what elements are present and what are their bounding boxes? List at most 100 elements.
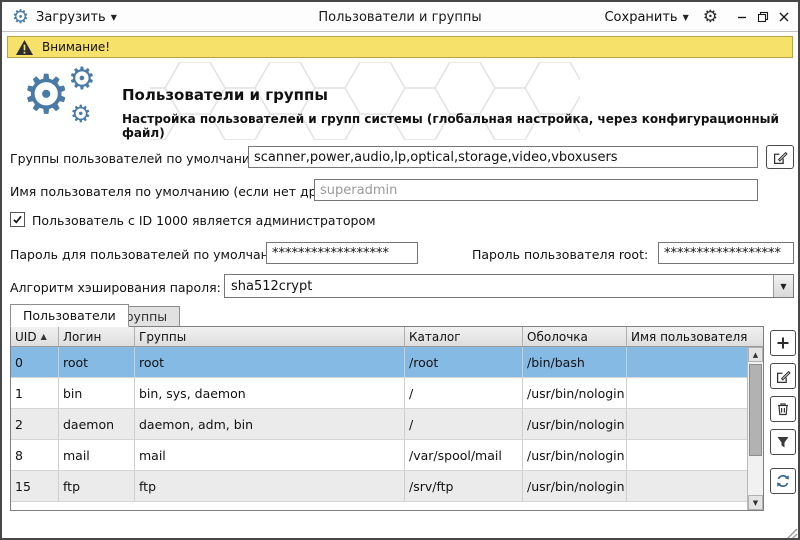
header-gear-icon: ⚙ xyxy=(70,102,92,126)
admin-checkbox-label: Пользователь с ID 1000 является админист… xyxy=(32,213,376,228)
cell-shell: /bin/bash xyxy=(523,347,627,377)
sort-asc-icon: ▲ xyxy=(41,332,47,341)
column-label: Оболочка xyxy=(527,330,588,344)
admin-checkbox[interactable] xyxy=(10,212,25,227)
app-window: ⚙ Загрузить ▼ Пользователи и группы Сохр… xyxy=(0,0,800,540)
default-password-label: Пароль для пользователей по умолчанию: xyxy=(10,247,292,262)
tab-users-label: Пользователи xyxy=(23,308,116,323)
cell-uid: 1 xyxy=(11,378,59,408)
column-header-directory[interactable]: Каталог xyxy=(405,327,523,346)
page-title: Пользователи и группы xyxy=(122,86,328,104)
edit-groups-button[interactable] xyxy=(766,145,794,169)
cell-username xyxy=(627,440,747,470)
delete-user-button[interactable] xyxy=(770,396,796,422)
scroll-up-icon: ▲ xyxy=(753,351,758,359)
default-groups-input[interactable] xyxy=(248,146,758,168)
cell-groups: root xyxy=(135,347,405,377)
save-menu-button[interactable]: Сохранить ▼ xyxy=(604,10,688,25)
cell-login: root xyxy=(59,347,135,377)
cell-shell: /usr/bin/nologin xyxy=(523,409,627,439)
cell-login: mail xyxy=(59,440,135,470)
refresh-button[interactable] xyxy=(770,468,796,494)
cell-shell: /usr/bin/nologin xyxy=(523,471,627,501)
cell-directory: /srv/ftp xyxy=(405,471,523,501)
column-label: Каталог xyxy=(409,330,461,344)
column-header-shell[interactable]: Оболочка xyxy=(523,327,627,346)
cell-shell: /usr/bin/nologin xyxy=(523,378,627,408)
add-user-button[interactable] xyxy=(770,330,796,356)
page-subtitle: Настройка пользователей и групп системы … xyxy=(122,112,790,140)
table-row[interactable]: 15 ftp ftp /srv/ftp /usr/bin/nologin xyxy=(11,471,763,502)
edit-user-button[interactable] xyxy=(770,363,796,389)
tab-users[interactable]: Пользователи xyxy=(10,304,129,327)
minimize-button[interactable] xyxy=(736,11,748,23)
default-username-label: Имя пользователя по умолчанию (если нет … xyxy=(10,184,355,199)
column-header-username[interactable]: Имя пользователя xyxy=(627,327,747,346)
cell-directory: / xyxy=(405,409,523,439)
scroll-up-button[interactable]: ▲ xyxy=(748,347,763,362)
combo-dropdown-button[interactable]: ▼ xyxy=(773,275,793,297)
hash-algorithm-value: sha512crypt xyxy=(225,279,773,294)
edit-icon xyxy=(773,150,788,165)
maximize-button[interactable] xyxy=(757,11,769,23)
cell-login: ftp xyxy=(59,471,135,501)
cell-directory: / xyxy=(405,378,523,408)
titlebar: ⚙ Загрузить ▼ Пользователи и группы Сохр… xyxy=(2,2,798,32)
edit-icon xyxy=(776,369,791,384)
chevron-down-icon: ▼ xyxy=(780,282,786,291)
plus-icon xyxy=(776,336,790,350)
table-scrollbar[interactable]: ▲ ▼ xyxy=(747,347,763,510)
cell-groups: bin, sys, daemon xyxy=(135,378,405,408)
table-row[interactable]: 1 bin bin, sys, daemon / /usr/bin/nologi… xyxy=(11,378,763,409)
users-table: UID ▲ Логин Группы Каталог Оболочка Имя … xyxy=(10,326,764,511)
default-groups-label: Группы пользователей по умолчанию: xyxy=(10,151,265,166)
refresh-icon xyxy=(776,474,790,488)
column-label: Логин xyxy=(63,330,101,344)
column-header-groups[interactable]: Группы xyxy=(135,327,405,346)
warning-text: Внимание! xyxy=(42,40,110,54)
cell-login: bin xyxy=(59,378,135,408)
scroll-down-icon: ▼ xyxy=(753,499,758,507)
default-password-input[interactable] xyxy=(266,242,418,264)
column-label: Группы xyxy=(139,330,186,344)
column-header-uid[interactable]: UID ▲ xyxy=(11,327,59,346)
column-label: UID xyxy=(15,330,37,344)
default-username-input[interactable] xyxy=(314,179,758,201)
cell-username xyxy=(627,409,747,439)
root-password-label: Пароль пользователя root: xyxy=(472,247,648,262)
table-row[interactable]: 0 root root /root /bin/bash xyxy=(11,347,763,378)
cell-groups: daemon, adm, bin xyxy=(135,409,405,439)
cell-uid: 15 xyxy=(11,471,59,501)
cell-uid: 2 xyxy=(11,409,59,439)
chevron-down-icon: ▼ xyxy=(683,13,689,22)
close-button[interactable] xyxy=(778,11,790,23)
cell-username xyxy=(627,347,747,377)
hash-algorithm-select[interactable]: sha512crypt ▼ xyxy=(224,274,794,298)
column-label: Имя пользователя xyxy=(631,330,747,344)
root-password-input[interactable] xyxy=(658,242,794,264)
scroll-down-button[interactable]: ▼ xyxy=(748,495,763,510)
cell-directory: /var/spool/mail xyxy=(405,440,523,470)
table-row[interactable]: 8 mail mail /var/spool/mail /usr/bin/nol… xyxy=(11,440,763,471)
checkmark-icon xyxy=(12,214,23,225)
filter-icon xyxy=(776,435,790,449)
resize-grip[interactable] xyxy=(784,526,798,540)
cell-uid: 8 xyxy=(11,440,59,470)
settings-gear-icon[interactable]: ⚙ xyxy=(703,9,718,26)
table-row[interactable]: 2 daemon daemon, adm, bin / /usr/bin/nol… xyxy=(11,409,763,440)
header-gear-icon: ⚙ xyxy=(22,68,70,122)
table-header: UID ▲ Логин Группы Каталог Оболочка Имя … xyxy=(11,327,763,347)
filter-button[interactable] xyxy=(770,429,796,455)
cell-username xyxy=(627,471,747,501)
cell-login: daemon xyxy=(59,409,135,439)
cell-directory: /root xyxy=(405,347,523,377)
hash-algorithm-label: Алгоритм хэширования пароля: xyxy=(10,280,221,295)
warning-triangle-icon xyxy=(15,39,34,56)
header-gear-icon: ⚙ xyxy=(68,64,96,95)
cell-uid: 0 xyxy=(11,347,59,377)
warning-banner: Внимание! xyxy=(7,36,793,58)
scrollbar-thumb[interactable] xyxy=(749,364,762,456)
cell-groups: mail xyxy=(135,440,405,470)
column-header-login[interactable]: Логин xyxy=(59,327,135,346)
cell-username xyxy=(627,378,747,408)
